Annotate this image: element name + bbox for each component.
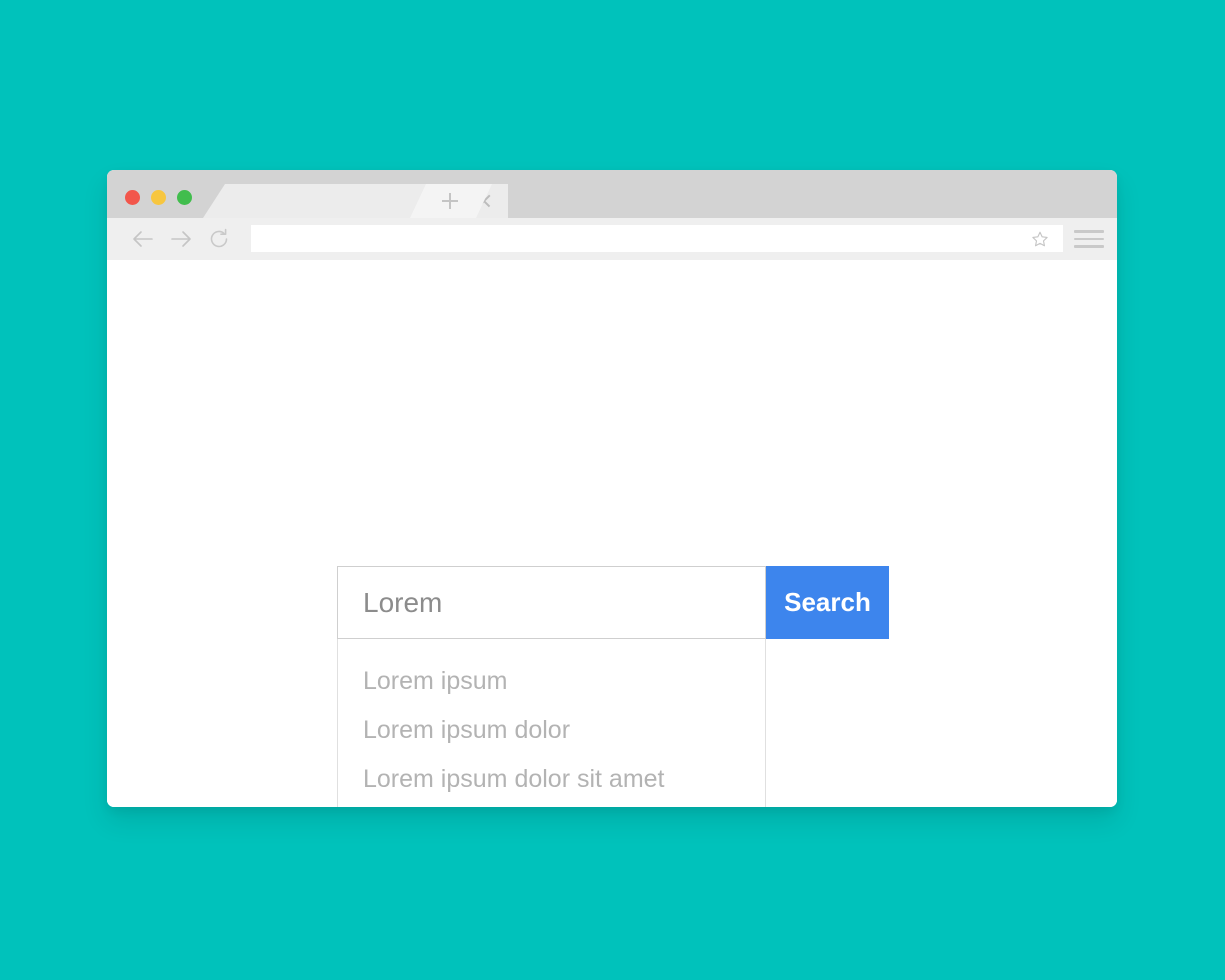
menu-bar-1 [1074, 230, 1104, 233]
search-suggestions-panel: Lorem ipsum Lorem ipsum dolor Lorem ipsu… [337, 639, 766, 807]
search-row: Lorem Search [337, 566, 889, 639]
browser-toolbar [107, 218, 1117, 260]
window-close-dot[interactable] [125, 190, 140, 205]
browser-window: Lorem Search Lorem ipsum Lorem ipsum dol… [107, 170, 1117, 807]
suggestion-item[interactable]: Lorem ipsum dolor sit amet [338, 755, 765, 804]
tab-bar [107, 170, 1117, 218]
page-content-area: Lorem Search Lorem ipsum Lorem ipsum dol… [107, 260, 1117, 807]
arrow-left-icon[interactable] [131, 227, 155, 251]
search-button[interactable]: Search [766, 566, 889, 639]
hamburger-menu-icon[interactable] [1074, 230, 1104, 248]
star-icon[interactable] [1031, 230, 1049, 248]
plus-icon [442, 193, 458, 209]
search-input[interactable]: Lorem [337, 566, 766, 639]
url-bar[interactable] [251, 225, 1063, 252]
reload-icon[interactable] [207, 227, 231, 251]
menu-bar-2 [1074, 237, 1104, 241]
suggestion-item[interactable]: Lorem ipsum [338, 657, 765, 706]
menu-bar-3 [1074, 245, 1104, 248]
window-minimize-dot[interactable] [151, 190, 166, 205]
window-maximize-dot[interactable] [177, 190, 192, 205]
search-widget: Lorem Search Lorem ipsum Lorem ipsum dol… [337, 566, 889, 807]
arrow-right-icon[interactable] [169, 227, 193, 251]
search-input-value: Lorem [363, 586, 443, 618]
suggestion-item[interactable]: Lorem ipsum dolor [338, 706, 765, 755]
